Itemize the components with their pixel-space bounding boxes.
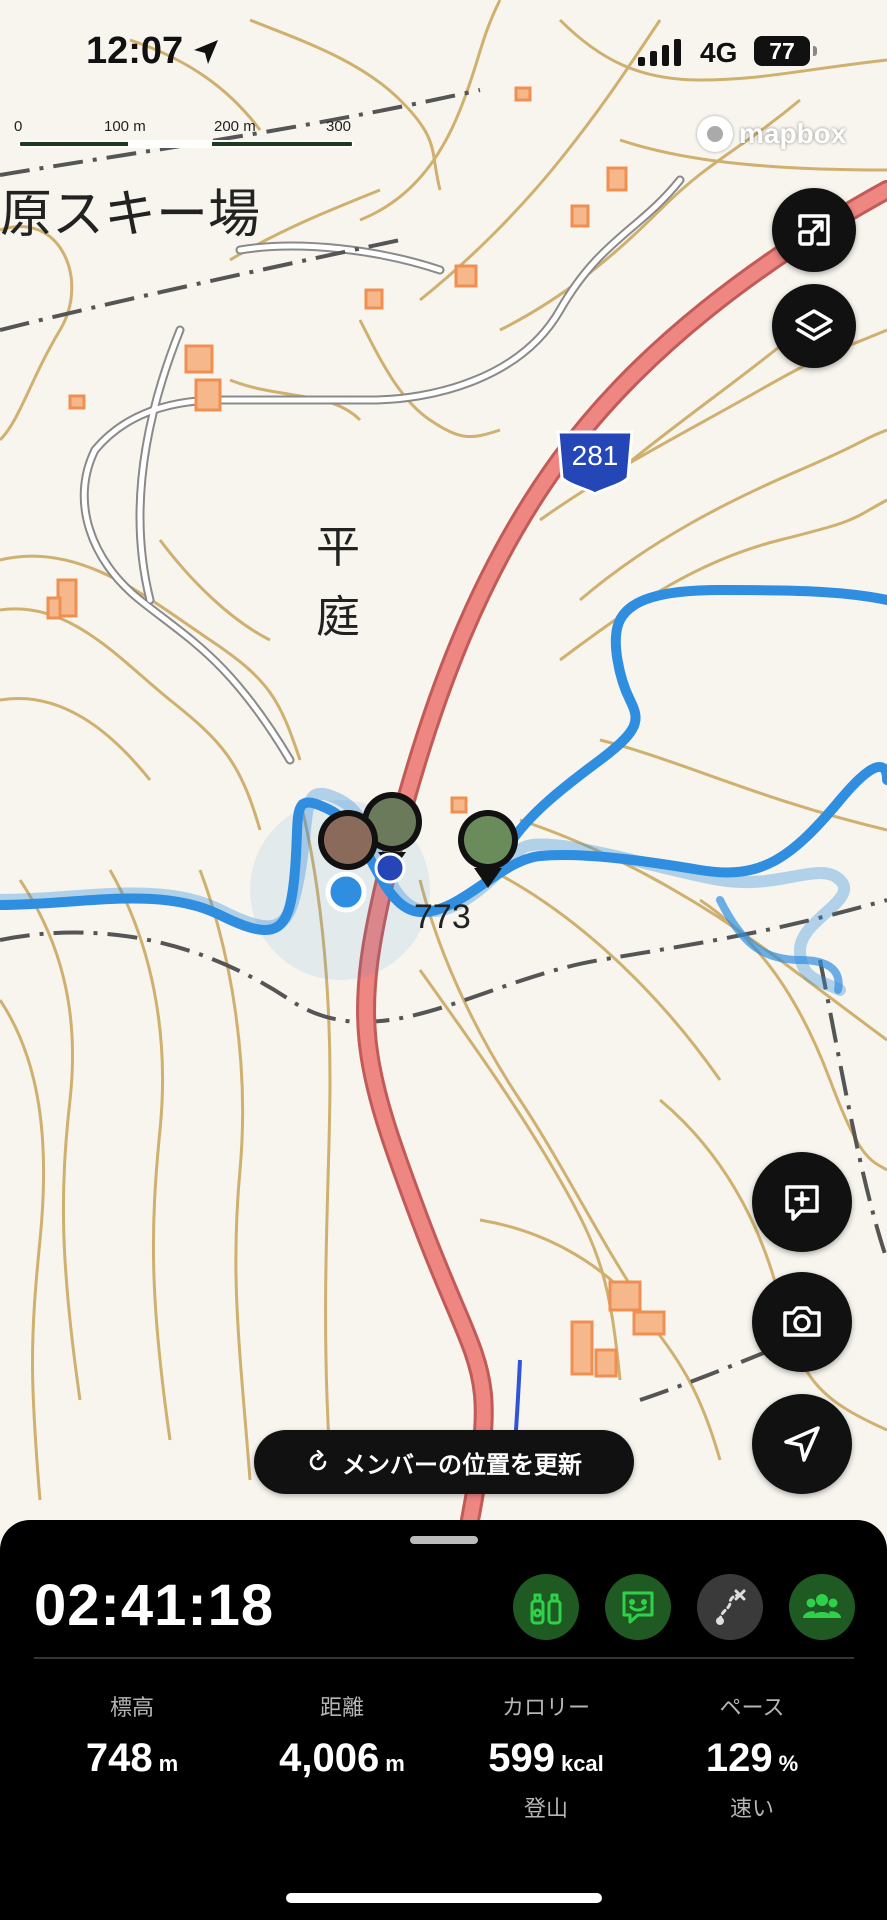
elapsed-timer: 02:41:18 — [34, 1573, 275, 1638]
battery-icon: 77 — [754, 36, 817, 66]
stat-value: 748 — [85, 1736, 153, 1780]
refresh-icon — [309, 1450, 327, 1471]
photo-pin[interactable] — [318, 810, 378, 870]
route-button[interactable] — [697, 1574, 763, 1640]
member-marker[interactable] — [374, 852, 406, 884]
mapbox-icon — [697, 116, 733, 152]
stat-value: 129 — [705, 1736, 773, 1780]
signal-icon — [638, 38, 681, 66]
navigate-icon — [784, 1426, 820, 1462]
update-member-location-button[interactable]: メンバーの位置を更新 — [254, 1430, 634, 1494]
home-indicator[interactable] — [286, 1893, 602, 1903]
layers-button[interactable] — [772, 284, 856, 368]
place-label-1: 平 — [316, 522, 360, 573]
mapbox-logo[interactable]: mapbox — [697, 116, 846, 152]
gear-check-icon — [530, 1593, 562, 1625]
stat-label: カロリー — [501, 1696, 590, 1721]
map-scale-bar: 0 100 m 200 m 300 m — [14, 118, 354, 152]
camera-button[interactable] — [752, 1272, 852, 1372]
expand-icon — [798, 214, 830, 246]
group-button[interactable] — [789, 1574, 855, 1640]
stat-unit: kcal — [560, 1751, 604, 1776]
activity-panel: 02:41:18 標高 748 m 距離 4,006 m カロリー 599 kcal … — [0, 1520, 887, 1920]
stat-elevation: 標高 748 m — [32, 1690, 232, 1781]
stat-distance: 距離 4,006 m — [242, 1690, 442, 1781]
stat-unit: m — [158, 1751, 179, 1776]
panel-grabber[interactable] — [410, 1536, 478, 1544]
stat-value: 4,006 — [279, 1736, 380, 1780]
add-note-icon — [785, 1185, 819, 1221]
stat-pace: ペース 129% 速い — [652, 1690, 852, 1823]
chat-icon — [622, 1591, 654, 1624]
stat-unit: % — [778, 1751, 799, 1776]
ski-area-label: 原スキー場 — [0, 185, 260, 245]
stat-unit: m — [385, 1751, 405, 1776]
scale-label-100: 100 m — [104, 118, 146, 135]
layers-icon — [795, 309, 833, 341]
scale-bar-line — [18, 140, 354, 148]
scale-label-0: 0 — [14, 118, 23, 135]
place-label-2: 庭 — [316, 592, 360, 643]
network-type: 4G — [700, 37, 738, 68]
camera-icon — [783, 1306, 821, 1337]
add-note-button[interactable] — [752, 1152, 852, 1252]
gear-check-button[interactable] — [513, 1574, 579, 1640]
stat-label: 標高 — [109, 1696, 154, 1721]
stat-sub: 速い — [729, 1797, 774, 1822]
status-time: 12:07 — [86, 30, 184, 72]
update-member-location-label: メンバーの位置を更新 — [342, 1450, 582, 1479]
user-location-dot — [325, 871, 367, 913]
stat-calories: カロリー 599 kcal 登山 — [446, 1690, 646, 1823]
scale-label-200: 200 m — [214, 118, 256, 135]
stat-sub: 登山 — [523, 1797, 568, 1822]
navigate-button[interactable] — [752, 1394, 852, 1494]
expand-map-button[interactable] — [772, 188, 856, 272]
stat-label: ペース — [719, 1696, 785, 1721]
route-icon — [716, 1589, 746, 1625]
mapbox-wordmark: mapbox — [739, 118, 847, 149]
stat-value: 599 — [488, 1736, 555, 1780]
group-icon — [803, 1594, 841, 1618]
location-arrow-icon — [194, 40, 218, 64]
panel-divider — [34, 1657, 854, 1659]
chat-button[interactable] — [605, 1574, 671, 1640]
svg-text:281: 281 — [572, 440, 619, 471]
elevation-label: 773 — [414, 898, 471, 936]
stat-label: 距離 — [319, 1696, 364, 1721]
status-bar: 12:07 4G 77 — [0, 0, 887, 110]
